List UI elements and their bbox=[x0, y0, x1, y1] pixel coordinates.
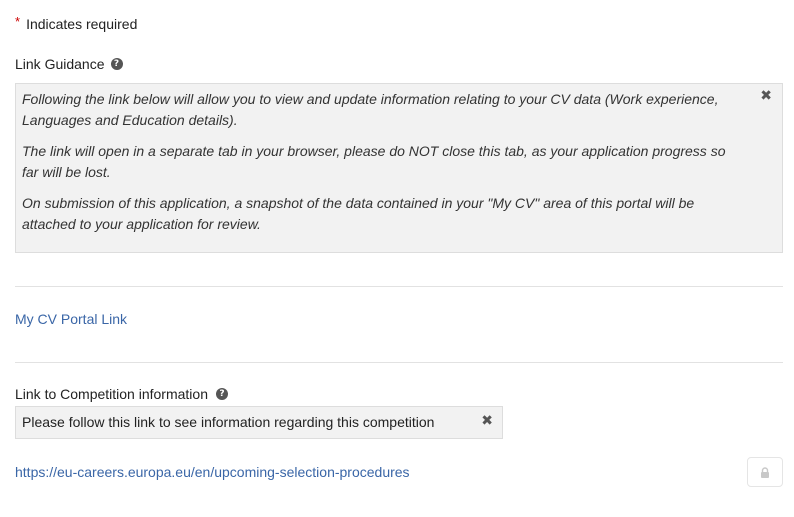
lock-icon bbox=[761, 466, 769, 478]
close-icon[interactable]: ✖ bbox=[481, 414, 493, 428]
competition-info-label-text: Link to Competition information bbox=[15, 386, 208, 402]
guidance-paragraph: Following the link below will allow you … bbox=[22, 91, 719, 128]
lock-button[interactable] bbox=[747, 457, 783, 487]
link-guidance-panel: Following the link below will allow you … bbox=[15, 83, 783, 253]
help-icon[interactable]: ? bbox=[216, 388, 228, 400]
divider bbox=[15, 362, 783, 363]
required-note-text: Indicates required bbox=[26, 16, 138, 32]
competition-info-label: Link to Competition information ? bbox=[15, 386, 228, 402]
close-icon[interactable]: ✖ bbox=[760, 89, 772, 103]
competition-note-panel: Please follow this link to see informati… bbox=[15, 406, 503, 439]
required-star: * bbox=[15, 14, 21, 29]
competition-link[interactable]: https://eu-careers.europa.eu/en/upcoming… bbox=[15, 464, 410, 480]
link-guidance-label: Link Guidance ? bbox=[15, 56, 123, 72]
guidance-paragraph: On submission of this application, a sna… bbox=[22, 195, 695, 232]
required-note: * Indicates required bbox=[15, 14, 138, 32]
competition-note-text: Please follow this link to see informati… bbox=[22, 414, 435, 430]
my-cv-portal-link[interactable]: My CV Portal Link bbox=[15, 311, 127, 327]
guidance-paragraph: The link will open in a separate tab in … bbox=[22, 143, 726, 180]
divider bbox=[15, 286, 783, 287]
link-guidance-label-text: Link Guidance bbox=[15, 56, 105, 72]
help-icon[interactable]: ? bbox=[110, 58, 123, 70]
